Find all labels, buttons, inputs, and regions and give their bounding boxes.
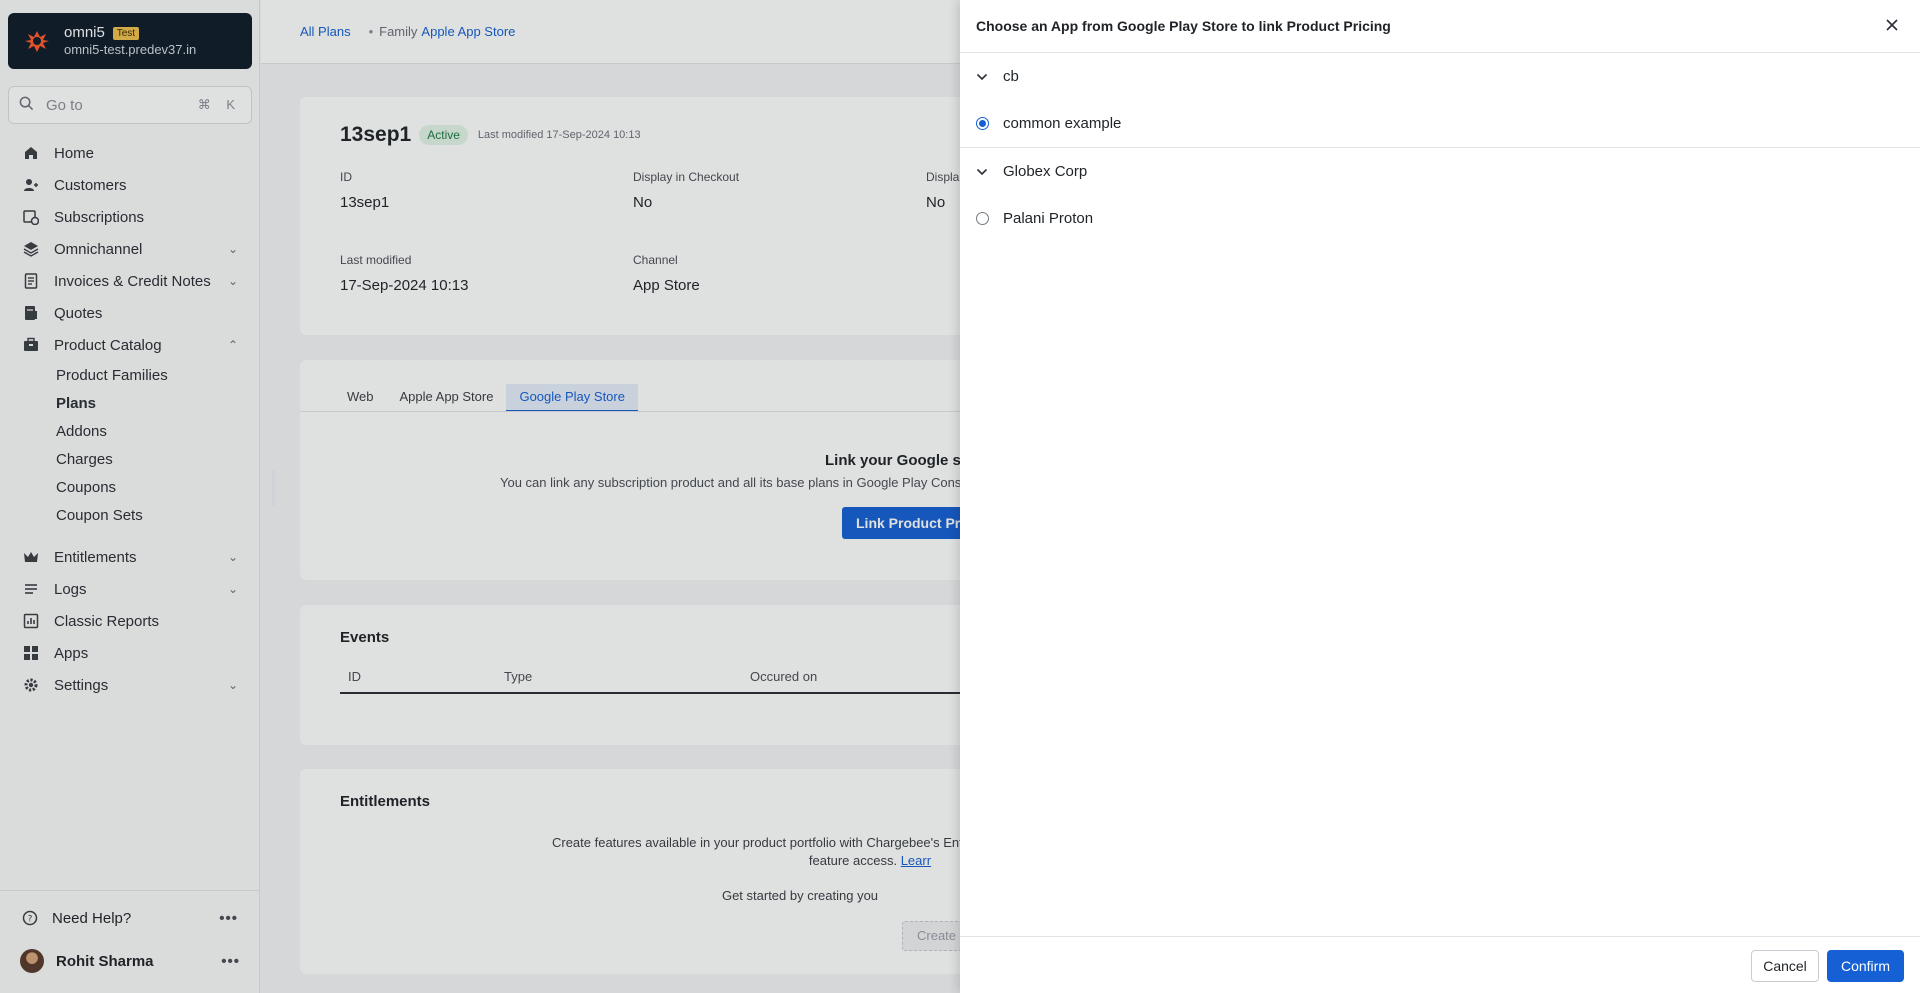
group-header-globex-corp[interactable]: Globex Corp (960, 148, 1920, 195)
app-name: Palani Proton (1003, 210, 1094, 227)
cancel-button[interactable]: Cancel (1751, 950, 1819, 982)
radio-button[interactable] (976, 117, 989, 130)
radio-button[interactable] (976, 212, 989, 225)
sidebar-resize-handle[interactable] (272, 470, 275, 506)
app-option-common-example[interactable]: common example (960, 100, 1920, 147)
close-icon (1885, 18, 1899, 35)
panel-header: Choose an App from Google Play Store to … (960, 0, 1920, 53)
chevron-down-icon (976, 69, 992, 85)
group-header-cb[interactable]: cb (960, 53, 1920, 100)
chevron-down-icon (976, 164, 992, 180)
panel-footer: Cancel Confirm (960, 936, 1920, 993)
close-button[interactable] (1880, 14, 1904, 38)
group-name: Globex Corp (1003, 163, 1088, 180)
group-name: cb (1003, 68, 1019, 85)
choose-app-panel: Choose an App from Google Play Store to … (960, 0, 1920, 993)
app-name: common example (1003, 115, 1122, 132)
sidebar-backdrop[interactable] (0, 0, 261, 993)
panel-title: Choose an App from Google Play Store to … (976, 18, 1391, 34)
app-option-palani-proton[interactable]: Palani Proton (960, 195, 1920, 242)
confirm-button[interactable]: Confirm (1827, 950, 1904, 982)
